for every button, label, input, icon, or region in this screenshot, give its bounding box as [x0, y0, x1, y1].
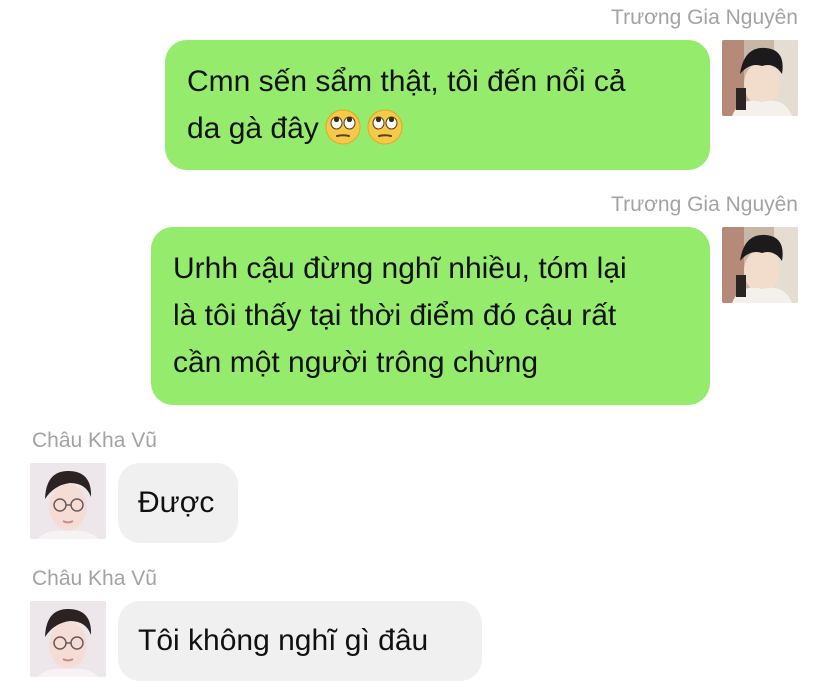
avatar[interactable] — [30, 601, 106, 677]
message-bubble[interactable]: Cmn sến sẩm thật, tôi đến nổi cả da gà đ… — [165, 40, 710, 170]
avatar[interactable] — [722, 40, 798, 116]
sender-name: Trương Gia Nguyên — [611, 6, 798, 29]
message-line: Urhh cậu đừng nghĩ nhiều, tóm lại — [173, 252, 627, 285]
sender-name: Châu Kha Vũ — [32, 429, 157, 452]
message-bubble[interactable]: Tôi không nghĩ gì đâu — [118, 601, 482, 681]
message-line: Được — [138, 486, 215, 519]
avatar[interactable] — [30, 463, 106, 539]
message-line: cần một người trông chừng — [173, 346, 539, 379]
face-with-rolling-eyes-icon — [367, 109, 403, 145]
message-line: là tôi thấy tại thời điểm đó cậu rất — [173, 299, 617, 332]
message-line: Cmn sến sẩm thật, tôi đến nổi cả — [187, 65, 626, 98]
face-with-rolling-eyes-icon — [325, 109, 361, 145]
message-line: da gà đây — [187, 112, 319, 145]
message-bubble[interactable]: Được — [118, 463, 238, 543]
message-bubble[interactable]: Urhh cậu đừng nghĩ nhiều, tóm lại là tôi… — [151, 227, 710, 405]
sender-name: Châu Kha Vũ — [32, 567, 157, 590]
message-line: Tôi không nghĩ gì đâu — [138, 624, 429, 657]
message-line-with-emoji: da gà đây — [187, 105, 690, 152]
avatar[interactable] — [722, 227, 798, 303]
sender-name: Trương Gia Nguyên — [611, 193, 798, 216]
